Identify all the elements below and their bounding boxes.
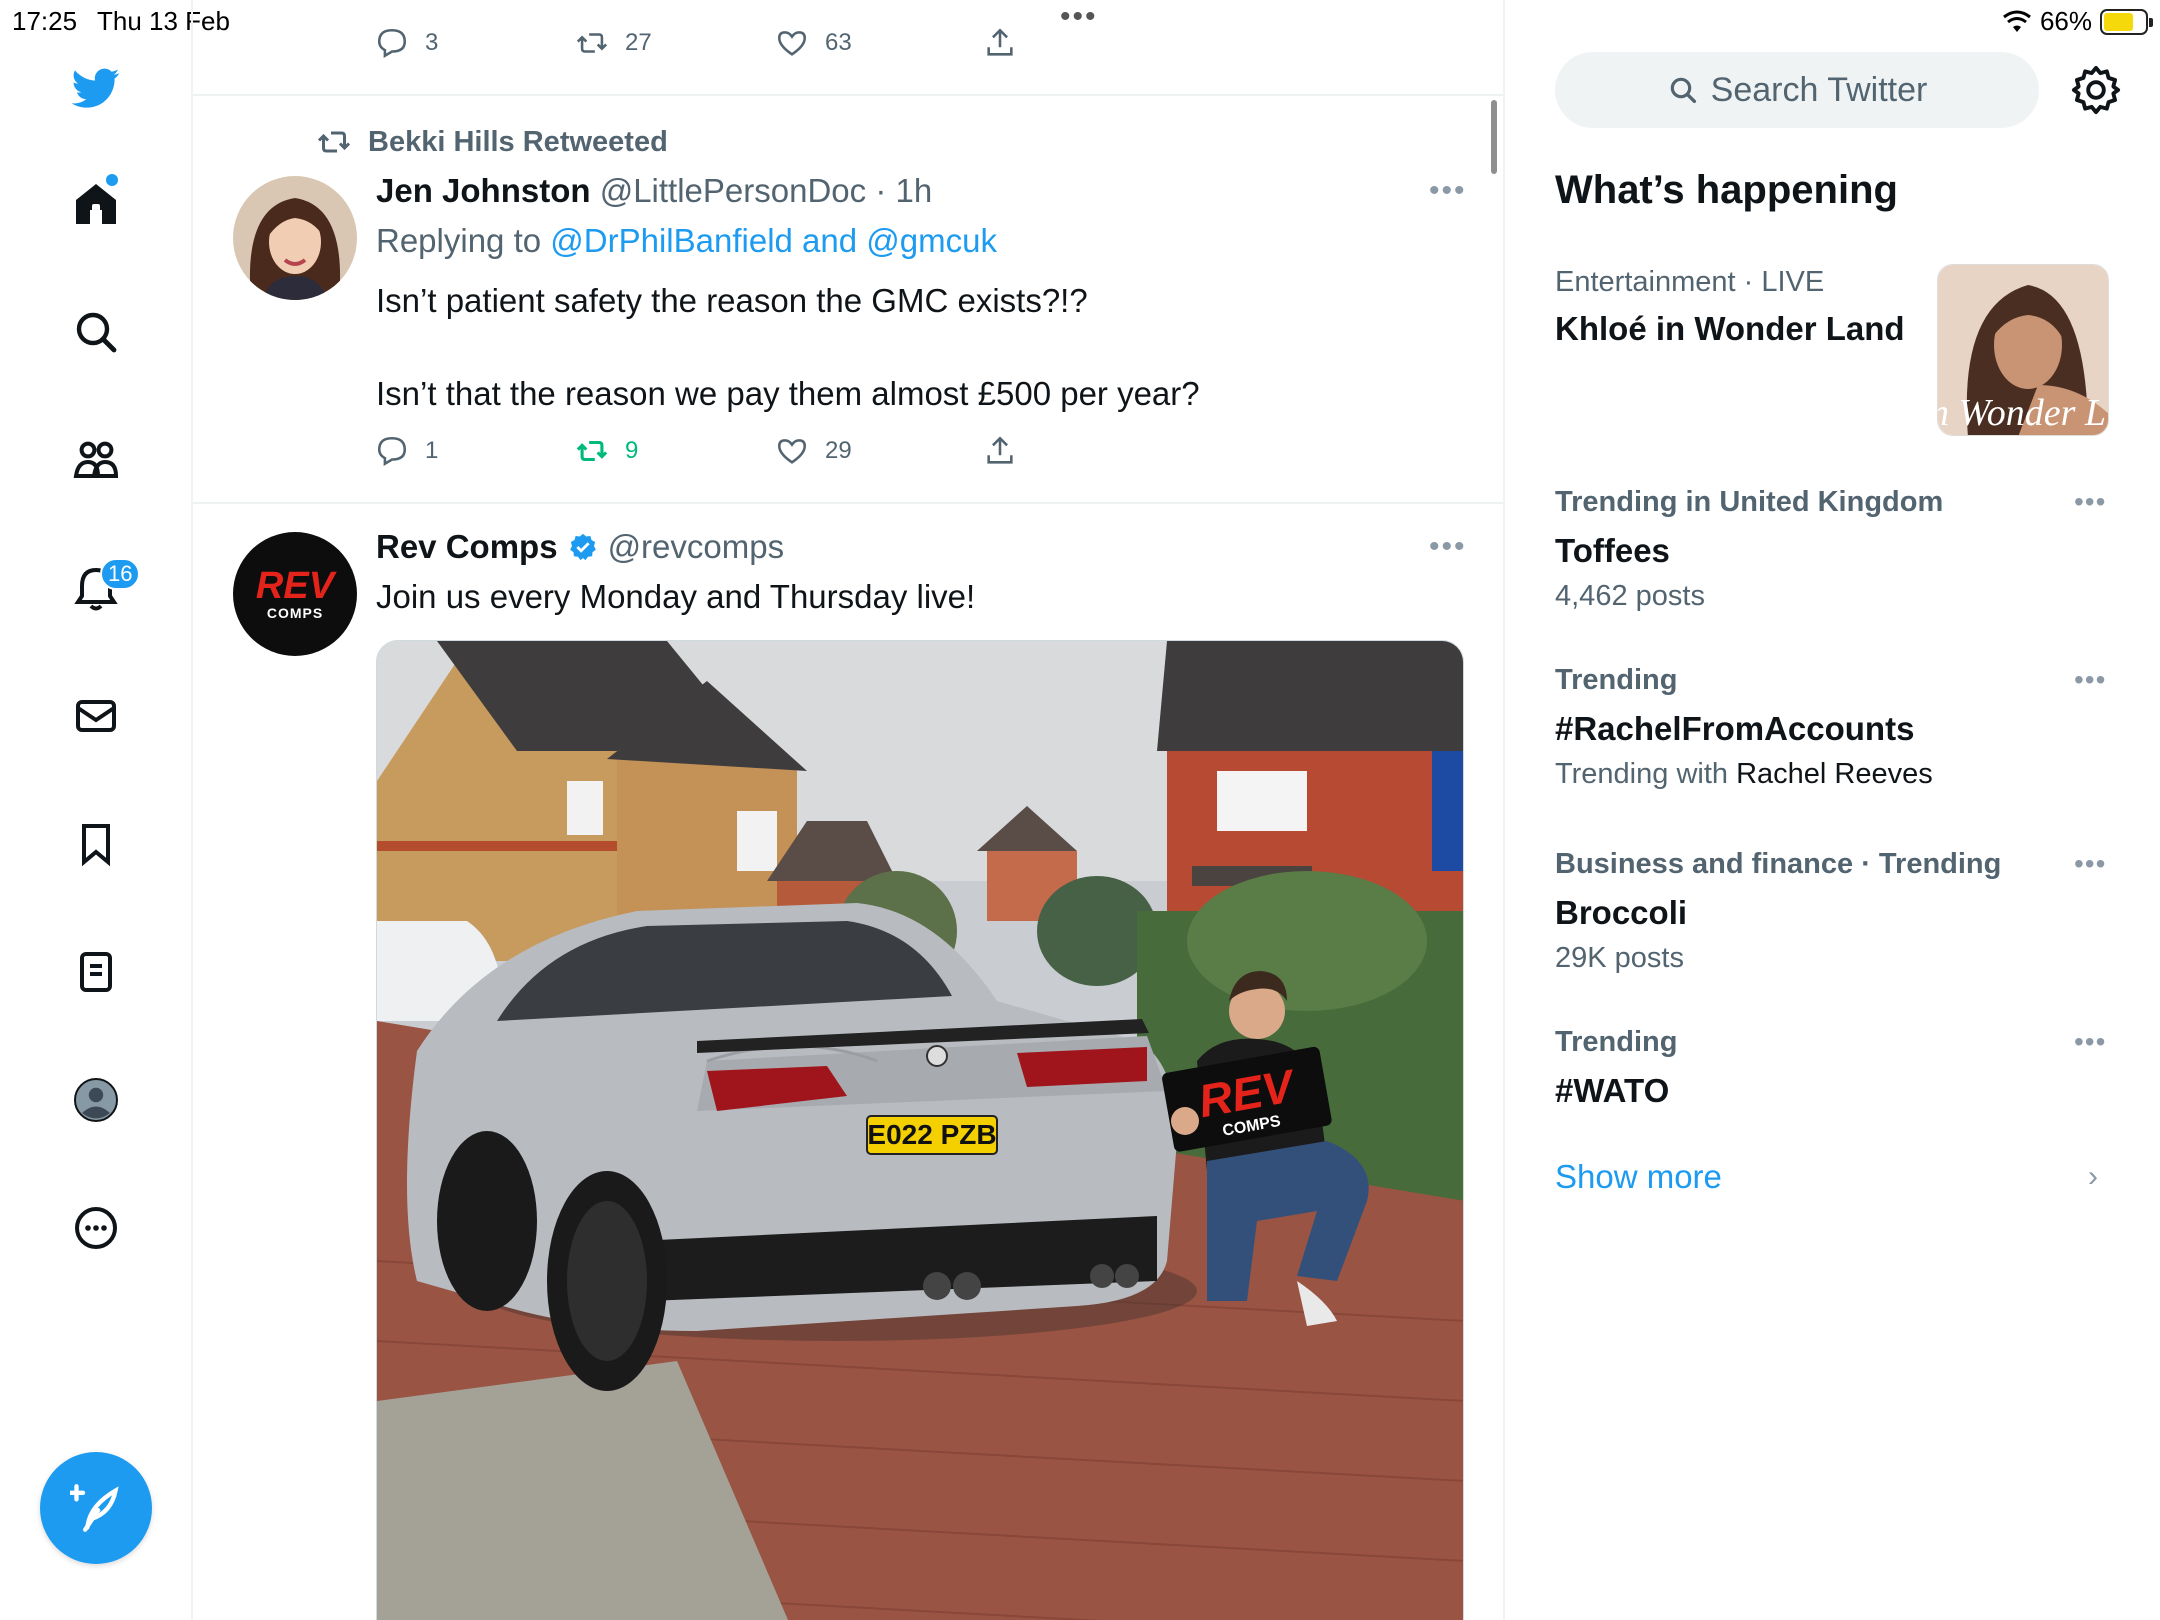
trend-meta: Trending [1555,1026,1678,1058]
timeline-feed[interactable]: 3 27 63 Bekki Hills Retweeted Jen Johnst… [193,0,1505,1620]
tweet1-handle[interactable]: @LittlePersonDoc [600,172,866,209]
search-placeholder: Search Twitter [1710,70,1928,109]
trend-more-icon[interactable]: ••• [2074,486,2106,518]
trend-thumbnail[interactable]: é in Wonder L [1937,264,2109,436]
tweet1-time[interactable]: · 1h [875,172,932,209]
trend-post-count: 29K posts [1555,942,1684,974]
battery-percent: 66% [2039,6,2092,36]
trending-with-prefix: Trending with [1555,758,1729,790]
feather-plus-icon [70,1484,119,1532]
divider [193,94,1503,96]
tweet1-like-count: 29 [825,437,852,464]
heart-icon [777,31,807,56]
left-nav: 16 [0,0,193,1620]
tweet2-handle[interactable]: @revcomps [608,528,785,566]
tweet2-text: Join us every Monday and Thursday live! [376,578,976,615]
replying-to-handles[interactable]: @DrPhilBanfield and @gmcuk [550,222,997,259]
tweet1-share-action[interactable] [983,434,1017,468]
trend-more-icon[interactable]: ••• [2074,848,2106,880]
reply-icon [377,28,407,59]
retweet-icon [576,33,608,53]
search-icon [1670,77,1696,104]
trend-more-icon[interactable]: ••• [2074,664,2106,696]
trend-more-icon[interactable]: ••• [2074,1026,2106,1058]
tweet1-header: Jen Johnston @LittlePersonDoc · 1h [376,172,932,210]
prev-reply-action[interactable]: 3 [375,26,438,60]
share-icon [987,436,1013,464]
whats-happening-heading: What’s happening [1555,168,1898,212]
rev-comps-avatar[interactable]: REV COMPS [233,532,357,656]
profile-icon[interactable] [66,1070,126,1130]
jen-johnston-avatar[interactable] [233,176,357,300]
trending-with-name[interactable]: Rachel Reeves [1736,758,1933,790]
retweet-icon [576,440,608,462]
more-icon[interactable] [66,1198,126,1258]
tweet1-like-action[interactable]: 29 [775,434,852,468]
trend-title[interactable]: #WATO [1555,1072,1669,1110]
prev-retweet-count: 27 [625,29,652,56]
tweet1-more-icon[interactable]: ••• [1429,174,1467,208]
trend-meta: Entertainment · LIVE [1555,266,1825,298]
lists-icon[interactable] [66,942,126,1002]
retweeted-by[interactable]: Bekki Hills Retweeted [316,124,668,160]
avatar-logo-sub: COMPS [266,605,324,621]
tweet2-header: Rev Comps @revcomps [376,528,784,566]
tweet1-retweet-count: 9 [625,437,639,464]
prev-reply-count: 3 [425,29,439,56]
divider [193,502,1503,504]
trend-trending-with: Trending with Rachel Reeves [1555,758,1933,791]
tweet1-text-line1: Isn’t patient safety the reason the GMC … [376,282,1088,319]
avatar-logo-text: REV [255,565,335,607]
explore-icon[interactable] [66,302,126,362]
compose-tweet-button[interactable] [40,1452,152,1564]
share-icon [987,28,1013,56]
trend-title[interactable]: #RachelFromAccounts [1555,710,1914,748]
tweet2-more-icon[interactable]: ••• [1429,530,1467,564]
retweet-icon [317,131,351,153]
verified-badge-icon [569,533,596,561]
tweet1-reply-count: 1 [425,437,439,464]
license-plate-text: E022 PZB [867,1119,996,1150]
search-input[interactable]: Search Twitter [1555,52,2039,128]
trend-meta: Business and finance · Trending [1555,848,2002,880]
communities-icon[interactable] [66,430,126,490]
home-unread-dot [106,174,118,186]
battery-icon [2100,8,2153,35]
prev-like-count: 63 [825,29,852,56]
trend-title[interactable]: Broccoli [1555,894,1687,932]
trend-title[interactable]: Khloé in Wonder Land [1555,310,1905,348]
notifications-badge: 16 [100,558,141,590]
trend-title[interactable]: Toffees [1555,532,1670,570]
tweet1-reply-action[interactable]: 1 [375,434,438,468]
reply-icon [377,436,407,467]
replying-to-prefix: Replying to [376,222,542,259]
trend-meta: Trending in United Kingdom [1555,486,1944,518]
tweet2-photo[interactable]: E022 PZB REV COMPS [376,640,1464,1620]
messages-icon[interactable] [66,686,126,746]
wifi-icon [2003,10,2031,32]
trend-post-count: 4,462 posts [1555,580,1705,612]
bookmarks-icon[interactable] [66,814,126,874]
heart-icon [777,439,807,464]
prev-share-action[interactable] [983,26,1017,60]
twitter-logo-icon[interactable] [66,58,126,118]
settings-gear-icon[interactable] [2070,64,2122,116]
tweet1-name[interactable]: Jen Johnston [376,172,591,209]
status-right: 66% [2002,6,2153,37]
show-more-link[interactable]: Show more [1555,1158,1722,1196]
prev-like-action[interactable]: 63 [775,26,852,60]
scrollbar-thumb[interactable] [1491,100,1497,174]
trend-image-caption: é in Wonder L [1938,392,2106,434]
retweeted-by-label: Bekki Hills Retweeted [368,125,668,158]
chevron-right-icon[interactable]: › [2088,1160,2098,1194]
tweet1-retweet-action[interactable]: 9 [575,434,638,468]
tweet1-text-line2: Isn’t that the reason we pay them almost… [376,375,1200,412]
prev-retweet-action[interactable]: 27 [575,26,652,60]
tweet1-replying: Replying to @DrPhilBanfield and @gmcuk [376,222,997,260]
trend-meta: Trending [1555,664,1678,696]
tweet2-name[interactable]: Rev Comps [376,528,558,566]
